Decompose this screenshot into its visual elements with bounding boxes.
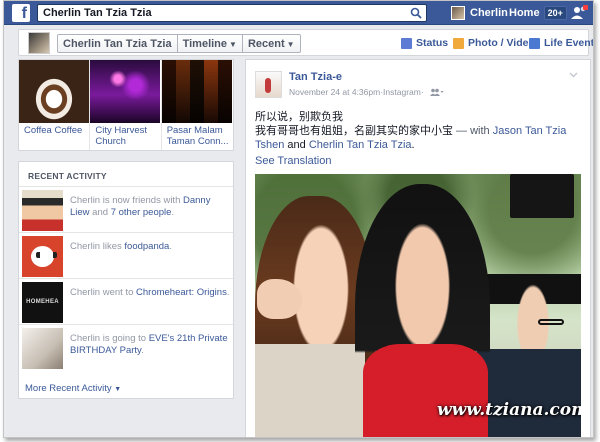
activity-item: Cherlin is now friends with Danny Liew a…: [19, 187, 233, 233]
photo-girl-center-body: [363, 344, 488, 437]
recent-activity-header: RECENT ACTIVITY: [19, 162, 233, 187]
activity-item: Cherlin likes foodpanda.: [19, 233, 233, 279]
nav-user-name: Cherlin: [470, 7, 508, 19]
post-author-name[interactable]: Tan Tzia-e: [289, 71, 342, 83]
timeline-breadcrumb: Cherlin Tan Tzia Tzia Timeline ▼ Recent ▼: [57, 34, 301, 53]
activity-text: Cherlin went to Chromeheart: Origins.: [70, 287, 230, 299]
post-text: 所以说，别欺负我 我有哥哥也有姐姐，名副其实的家中小宝 — with Jason…: [255, 110, 585, 152]
status-label: Status: [416, 37, 449, 49]
place-caption[interactable]: City Harvest Church: [95, 125, 159, 147]
search-box[interactable]: [37, 4, 427, 22]
post-date[interactable]: November 24 at 4:36pm: [289, 87, 380, 97]
breadcrumb-profile-name[interactable]: Cherlin Tan Tzia Tzia: [58, 35, 178, 52]
life-event-label: Life Event: [544, 37, 594, 49]
more-recent-activity-link[interactable]: More Recent Activity ▼: [25, 383, 121, 394]
activity-suffix: .: [169, 241, 172, 252]
browser-frame: f Cherlin Home 20+ Cherlin Tan Tzia Tzia: [3, 0, 594, 438]
activity-text: Cherlin is now friends with Danny Liew a…: [70, 195, 230, 219]
search-icon[interactable]: [410, 7, 422, 19]
place-item[interactable]: Coffea Coffee: [19, 60, 91, 150]
nav-profile-link[interactable]: Cherlin: [451, 4, 508, 22]
post-line-1: 所以说，别欺负我: [255, 111, 343, 123]
status-icon: [401, 37, 412, 49]
timeline-dropdown[interactable]: Timeline ▼: [178, 35, 243, 52]
activity-mid: and: [89, 207, 111, 218]
activity-thumbnail[interactable]: [22, 328, 63, 369]
audience-icon[interactable]: [429, 88, 444, 96]
more-recent-activity-label: More Recent Activity: [25, 383, 112, 394]
home-notification-badge: 20+: [543, 6, 567, 20]
place-item[interactable]: City Harvest Church: [90, 60, 162, 150]
avatar: [451, 6, 465, 20]
activity-thumbnail[interactable]: HOMEHEA: [22, 282, 63, 323]
activity-prefix: Cherlin likes: [70, 241, 125, 252]
activity-thumbnail[interactable]: [22, 190, 63, 231]
post-author-avatar[interactable]: [255, 71, 282, 98]
activity-item: HOMEHEA Cherlin went to Chromeheart: Ori…: [19, 279, 233, 325]
recent-dropdown[interactable]: Recent ▼: [243, 35, 300, 52]
chevron-down-icon: ▼: [286, 40, 295, 49]
places-photos-box: Coffea Coffee City Harvest Church Pasar …: [18, 59, 234, 151]
meta-separator: ·: [420, 87, 424, 97]
activity-link[interactable]: foodpanda: [124, 241, 169, 252]
timeline-post: Tan Tzia-e November 24 at 4:36pm · Insta…: [245, 59, 591, 437]
chevron-down-icon: ▼: [114, 386, 122, 393]
recent-dropdown-label: Recent: [247, 38, 285, 50]
activity-link[interactable]: Chromeheart: Origins: [136, 287, 227, 298]
place-photo[interactable]: [90, 60, 161, 123]
top-navigation-bar: f Cherlin Home 20+: [4, 1, 593, 25]
place-caption[interactable]: Pasar Malam Taman Conn...: [167, 125, 231, 147]
life-event-button[interactable]: Life Event: [529, 37, 594, 49]
photo-speaker: [510, 174, 574, 218]
search-input[interactable]: [38, 5, 398, 21]
recent-activity-box: RECENT ACTIVITY Cherlin is now friends w…: [18, 161, 234, 399]
post-end-text: .: [411, 139, 415, 151]
place-photo[interactable]: [19, 60, 89, 123]
place-caption[interactable]: Coffea Coffee: [24, 125, 88, 136]
foodpanda-logo-icon[interactable]: [22, 236, 63, 277]
activity-prefix: Cherlin is going to: [70, 333, 149, 344]
timeline-dropdown-label: Timeline: [182, 38, 228, 50]
facebook-logo-icon[interactable]: f: [12, 4, 30, 22]
photo-watermark: www.tziana.com: [437, 400, 581, 420]
tagged-person-link[interactable]: Cherlin Tan Tzia Tzia: [309, 139, 412, 151]
chevron-down-icon[interactable]: [569, 70, 578, 79]
status-button[interactable]: Status: [401, 37, 448, 49]
photo-boy-body: [477, 349, 581, 437]
place-photo[interactable]: [161, 60, 232, 123]
post-with-text: — with: [453, 125, 493, 137]
photo-icon: [453, 37, 464, 49]
activity-text: Cherlin likes foodpanda.: [70, 241, 230, 253]
profile-avatar[interactable]: [28, 32, 50, 54]
photo-girl-left-body: [255, 344, 365, 437]
post-line-2: 我有哥哥也有姐姐，名副其实的家中小宝 — with Jason Tan Tzia…: [255, 124, 585, 152]
post-and-text: and: [284, 139, 309, 151]
see-translation-link[interactable]: See Translation: [255, 155, 331, 167]
nav-home-link[interactable]: Home 20+: [509, 4, 567, 22]
post-photo[interactable]: www.tziana.com: [255, 174, 581, 437]
activity-text: Cherlin is going to EVE's 21th Private B…: [70, 333, 230, 357]
photo-peace-hand: [257, 279, 302, 319]
chevron-down-icon: ▼: [229, 40, 237, 49]
timeline-header: Cherlin Tan Tzia Tzia Timeline ▼ Recent ▼ …: [18, 29, 593, 56]
activity-prefix: Cherlin went to: [70, 287, 137, 298]
nav-home-label: Home: [509, 7, 540, 19]
activity-suffix: .: [171, 207, 175, 218]
activity-link[interactable]: 7 other people: [111, 207, 172, 218]
friends-icon[interactable]: [570, 4, 588, 22]
post-line-2-text: 我有哥哥也有姐姐，名副其实的家中小宝: [255, 125, 453, 137]
photo-video-label: Photo / Video: [468, 37, 535, 49]
post-meta: November 24 at 4:36pm · Instagram ·: [289, 87, 444, 97]
activity-prefix: Cherlin is now friends with: [70, 195, 183, 206]
life-event-icon: [529, 37, 540, 49]
activity-item: Cherlin is going to EVE's 21th Private B…: [19, 325, 233, 371]
place-item[interactable]: Pasar Malam Taman Conn...: [161, 60, 233, 150]
post-source[interactable]: Instagram: [383, 87, 421, 97]
activity-suffix: .: [141, 345, 144, 356]
activity-suffix: .: [226, 287, 230, 298]
photo-glasses: [538, 319, 564, 325]
photo-video-button[interactable]: Photo / Video: [453, 37, 535, 49]
